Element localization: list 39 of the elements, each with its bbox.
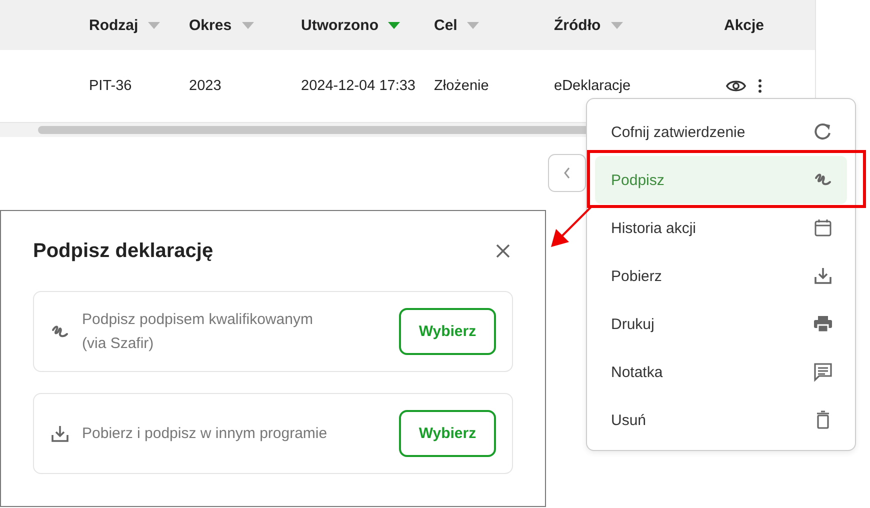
option-text: Pobierz i podpisz w innym programie — [82, 424, 328, 444]
sort-icon[interactable] — [148, 22, 160, 28]
column-header: Rodzaj — [89, 16, 138, 34]
dialog-title: Podpisz deklarację — [33, 240, 214, 262]
column-header: Cel — [434, 16, 458, 34]
sort-icon[interactable] — [388, 22, 400, 28]
previous-page-button[interactable] — [548, 154, 586, 192]
sort-icon[interactable] — [242, 22, 254, 28]
sort-icon[interactable] — [467, 22, 480, 28]
table-cell-text: Złożenie — [434, 78, 490, 94]
table-cell-text: 2023 — [189, 78, 222, 94]
more-options-icon[interactable] — [758, 79, 762, 93]
sort-icon[interactable] — [610, 22, 623, 28]
calendar-icon — [813, 218, 833, 238]
column-header: Okres — [189, 16, 232, 34]
column-header: Źródło — [554, 16, 601, 34]
select-button[interactable]: Wybierz — [399, 308, 496, 355]
menu-item[interactable]: Drukuj — [595, 300, 847, 348]
column-header: Utworzono — [301, 16, 378, 34]
download-icon — [50, 424, 70, 444]
comment-icon — [813, 362, 833, 382]
chevron-left-icon — [562, 167, 572, 179]
table-cell-text: PIT-36 — [89, 78, 133, 94]
menu-item[interactable]: Pobierz — [595, 252, 847, 300]
refresh-icon — [813, 122, 833, 142]
menu-item[interactable]: Podpisz — [595, 156, 847, 204]
menu-item[interactable]: Cofnij zatwierdzenie — [595, 108, 847, 156]
download-icon — [813, 266, 833, 286]
option-text: Podpisz podpisem kwalifikowanym (via Szafir) — [82, 310, 314, 354]
eye-icon[interactable] — [726, 79, 746, 93]
menu-item[interactable]: Historia akcji — [595, 204, 847, 252]
printer-icon — [813, 314, 833, 334]
table-cell-text: eDeklaracje — [554, 78, 632, 94]
menu-item[interactable]: Notatka — [595, 348, 847, 396]
close-icon[interactable] — [496, 244, 510, 258]
select-button[interactable]: Wybierz — [399, 410, 496, 457]
menu-item[interactable]: Usuń — [595, 396, 847, 444]
column-header: Akcje — [724, 16, 764, 34]
table-cell-text: 2024-12-04 17:33 — [301, 78, 416, 94]
